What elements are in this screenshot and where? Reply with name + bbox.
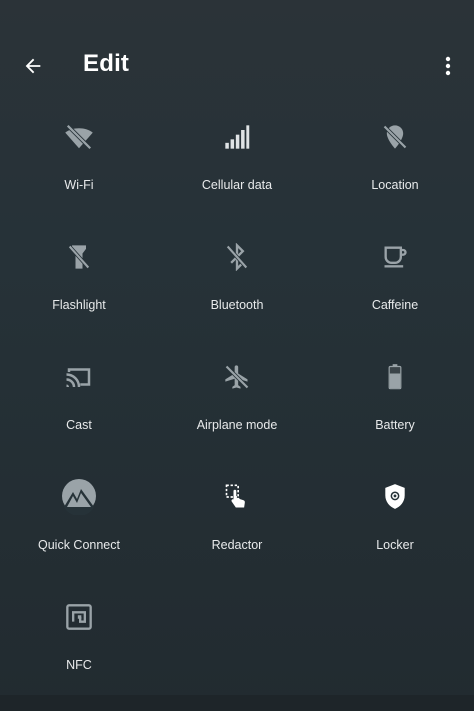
tile-label: Locker: [376, 538, 414, 552]
tile-battery[interactable]: Battery: [316, 330, 474, 450]
touch-select-icon: [220, 480, 254, 514]
tile-label: Bluetooth: [210, 298, 264, 312]
bluetooth-off-icon: [220, 240, 254, 274]
screen: Edit Wi-Fi Cellular data Location Flashl…: [0, 0, 474, 711]
location-off-icon: [378, 120, 412, 154]
tile-location[interactable]: Location: [316, 90, 474, 210]
tile-label: Redactor: [211, 538, 263, 552]
tile-bluetooth[interactable]: Bluetooth: [158, 210, 316, 330]
tile-label: Battery: [375, 418, 415, 432]
airplane-off-icon: [220, 360, 254, 394]
tile-label: Wi-Fi: [64, 178, 94, 192]
wifi-off-icon: [62, 120, 96, 154]
tile-label: Caffeine: [371, 298, 419, 312]
tile-flashlight[interactable]: Flashlight: [0, 210, 158, 330]
battery-icon: [378, 360, 412, 394]
tile-wifi[interactable]: Wi-Fi: [0, 90, 158, 210]
tile-cellular-data[interactable]: Cellular data: [158, 90, 316, 210]
page-title: Edit: [83, 50, 130, 77]
tile-redactor[interactable]: Redactor: [158, 450, 316, 570]
more-vert-icon: [445, 56, 451, 76]
tile-label: Airplane mode: [196, 418, 278, 432]
arrow-back-icon: [25, 58, 41, 74]
overflow-menu-button[interactable]: [436, 52, 460, 80]
mountain-logo-icon: [59, 476, 99, 516]
tile-label: Quick Connect: [38, 538, 120, 552]
bottom-edge: [0, 695, 474, 711]
tile-label: Flashlight: [52, 298, 106, 312]
tile-caffeine[interactable]: Caffeine: [316, 210, 474, 330]
signal-cellular-icon: [220, 120, 254, 154]
tile-cast[interactable]: Cast: [0, 330, 158, 450]
tile-nfc[interactable]: NFC: [0, 570, 158, 690]
tile-label: NFC: [66, 658, 92, 672]
flashlight-off-icon: [62, 240, 96, 274]
tile-airplane-mode[interactable]: Airplane mode: [158, 330, 316, 450]
back-button[interactable]: [18, 52, 48, 80]
coffee-cup-icon: [378, 240, 412, 274]
tile-label: Cast: [66, 418, 92, 432]
nfc-icon: [62, 600, 96, 634]
tile-label: Cellular data: [201, 178, 273, 192]
shield-lock-icon: [378, 480, 412, 514]
tile-locker[interactable]: Locker: [316, 450, 474, 570]
cast-icon: [62, 360, 96, 394]
tile-quick-connect[interactable]: Quick Connect: [0, 450, 158, 570]
tile-label: Location: [371, 178, 419, 192]
